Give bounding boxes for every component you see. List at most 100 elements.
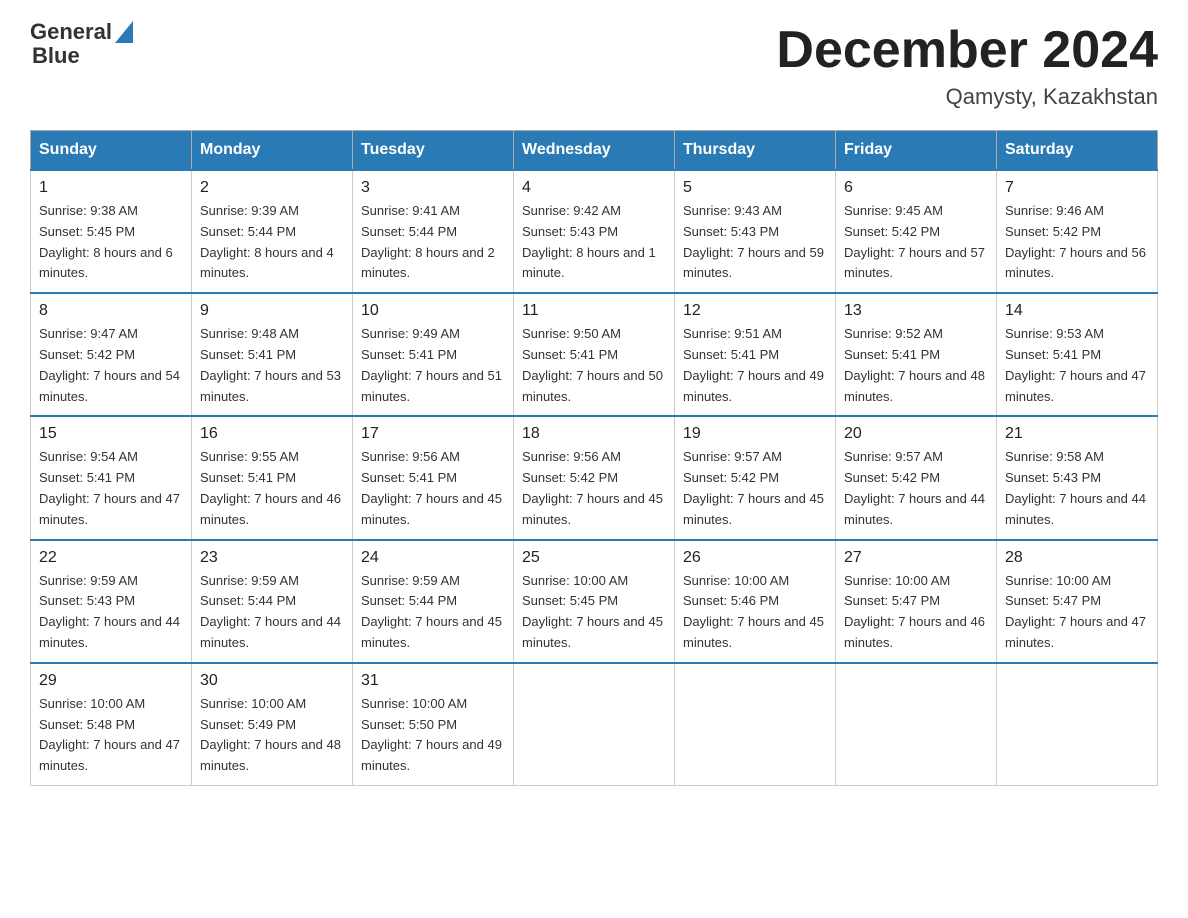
calendar-cell: 31 Sunrise: 10:00 AMSunset: 5:50 PMDaylig… bbox=[353, 663, 514, 786]
day-info: Sunrise: 10:00 AMSunset: 5:47 PMDaylight… bbox=[1005, 571, 1149, 654]
day-info: Sunrise: 9:43 AMSunset: 5:43 PMDaylight:… bbox=[683, 201, 827, 284]
day-number: 9 bbox=[200, 302, 344, 320]
day-info: Sunrise: 9:46 AMSunset: 5:42 PMDaylight:… bbox=[1005, 201, 1149, 284]
calendar-cell: 12 Sunrise: 9:51 AMSunset: 5:41 PMDayligh… bbox=[675, 293, 836, 416]
week-row-4: 22Sunrise: 9:59 AMSunset: 5:43 PMDayligh… bbox=[31, 540, 1158, 663]
day-info: Sunrise: 10:00 AMSunset: 5:50 PMDaylight… bbox=[361, 694, 505, 777]
day-info: Sunrise: 10:00 AMSunset: 5:45 PMDaylight… bbox=[522, 571, 666, 654]
calendar-cell bbox=[514, 663, 675, 786]
day-info: Sunrise: 9:47 AMSunset: 5:42 PMDaylight:… bbox=[39, 324, 183, 407]
header: General Blue December 2024 Qamysty, Kaza… bbox=[30, 20, 1158, 110]
calendar-cell: 23Sunrise: 9:59 AMSunset: 5:44 PMDayligh… bbox=[192, 540, 353, 663]
day-info: Sunrise: 9:57 AMSunset: 5:42 PMDaylight:… bbox=[844, 447, 988, 530]
calendar-cell: 14 Sunrise: 9:53 AMSunset: 5:41 PMDayligh… bbox=[997, 293, 1158, 416]
day-number: 18 bbox=[522, 425, 666, 443]
calendar-cell: 17 Sunrise: 9:56 AMSunset: 5:41 PMDayligh… bbox=[353, 416, 514, 539]
day-info: Sunrise: 9:45 AMSunset: 5:42 PMDaylight:… bbox=[844, 201, 988, 284]
logo: General Blue bbox=[30, 20, 133, 68]
day-info: Sunrise: 9:51 AMSunset: 5:41 PMDaylight:… bbox=[683, 324, 827, 407]
day-info: Sunrise: 9:53 AMSunset: 5:41 PMDaylight:… bbox=[1005, 324, 1149, 407]
calendar-cell: 5 Sunrise: 9:43 AMSunset: 5:43 PMDaylight… bbox=[675, 170, 836, 293]
calendar-cell: 27Sunrise: 10:00 AMSunset: 5:47 PMDaylig… bbox=[836, 540, 997, 663]
day-number: 28 bbox=[1005, 549, 1149, 567]
calendar-cell: 1 Sunrise: 9:38 AMSunset: 5:45 PMDaylight… bbox=[31, 170, 192, 293]
day-number: 15 bbox=[39, 425, 183, 443]
day-number: 11 bbox=[522, 302, 666, 320]
day-number: 12 bbox=[683, 302, 827, 320]
day-info: Sunrise: 10:00 AMSunset: 5:46 PMDaylight… bbox=[683, 571, 827, 654]
day-info: Sunrise: 10:00 AMSunset: 5:49 PMDaylight… bbox=[200, 694, 344, 777]
calendar-table: SundayMondayTuesdayWednesdayThursdayFrid… bbox=[30, 130, 1158, 786]
logo-arrow-icon bbox=[115, 21, 133, 43]
day-info: Sunrise: 9:55 AMSunset: 5:41 PMDaylight:… bbox=[200, 447, 344, 530]
calendar-cell: 2 Sunrise: 9:39 AMSunset: 5:44 PMDaylight… bbox=[192, 170, 353, 293]
day-number: 7 bbox=[1005, 179, 1149, 197]
day-number: 31 bbox=[361, 672, 505, 690]
calendar-cell: 20 Sunrise: 9:57 AMSunset: 5:42 PMDayligh… bbox=[836, 416, 997, 539]
day-info: Sunrise: 9:58 AMSunset: 5:43 PMDaylight:… bbox=[1005, 447, 1149, 530]
calendar-cell: 25 Sunrise: 10:00 AMSunset: 5:45 PMDaylig… bbox=[514, 540, 675, 663]
day-info: Sunrise: 9:38 AMSunset: 5:45 PMDaylight:… bbox=[39, 201, 183, 284]
day-info: Sunrise: 9:49 AMSunset: 5:41 PMDaylight:… bbox=[361, 324, 505, 407]
day-number: 3 bbox=[361, 179, 505, 197]
day-number: 5 bbox=[683, 179, 827, 197]
calendar-cell: 22Sunrise: 9:59 AMSunset: 5:43 PMDayligh… bbox=[31, 540, 192, 663]
day-info: Sunrise: 9:50 AMSunset: 5:41 PMDaylight:… bbox=[522, 324, 666, 407]
day-number: 10 bbox=[361, 302, 505, 320]
main-title: December 2024 bbox=[776, 20, 1158, 80]
calendar-cell bbox=[675, 663, 836, 786]
calendar-cell: 7 Sunrise: 9:46 AMSunset: 5:42 PMDaylight… bbox=[997, 170, 1158, 293]
week-row-1: 1 Sunrise: 9:38 AMSunset: 5:45 PMDaylight… bbox=[31, 170, 1158, 293]
calendar-cell: 8 Sunrise: 9:47 AMSunset: 5:42 PMDaylight… bbox=[31, 293, 192, 416]
day-number: 29 bbox=[39, 672, 183, 690]
calendar-cell: 10 Sunrise: 9:49 AMSunset: 5:41 PMDayligh… bbox=[353, 293, 514, 416]
calendar-cell: 3 Sunrise: 9:41 AMSunset: 5:44 PMDaylight… bbox=[353, 170, 514, 293]
calendar-cell: 9 Sunrise: 9:48 AMSunset: 5:41 PMDaylight… bbox=[192, 293, 353, 416]
calendar-cell: 4 Sunrise: 9:42 AMSunset: 5:43 PMDaylight… bbox=[514, 170, 675, 293]
day-number: 20 bbox=[844, 425, 988, 443]
calendar-cell: 13 Sunrise: 9:52 AMSunset: 5:41 PMDayligh… bbox=[836, 293, 997, 416]
day-info: Sunrise: 9:56 AMSunset: 5:41 PMDaylight:… bbox=[361, 447, 505, 530]
day-info: Sunrise: 9:52 AMSunset: 5:41 PMDaylight:… bbox=[844, 324, 988, 407]
col-header-thursday: Thursday bbox=[675, 131, 836, 171]
day-number: 13 bbox=[844, 302, 988, 320]
day-number: 26 bbox=[683, 549, 827, 567]
calendar-cell: 21 Sunrise: 9:58 AMSunset: 5:43 PMDayligh… bbox=[997, 416, 1158, 539]
day-info: Sunrise: 9:59 AMSunset: 5:44 PMDaylight:… bbox=[361, 571, 505, 654]
logo-general: General bbox=[30, 20, 112, 44]
calendar-cell: 30Sunrise: 10:00 AMSunset: 5:49 PMDaylig… bbox=[192, 663, 353, 786]
col-header-monday: Monday bbox=[192, 131, 353, 171]
calendar-cell: 16 Sunrise: 9:55 AMSunset: 5:41 PMDayligh… bbox=[192, 416, 353, 539]
calendar-cell bbox=[997, 663, 1158, 786]
day-info: Sunrise: 9:48 AMSunset: 5:41 PMDaylight:… bbox=[200, 324, 344, 407]
day-number: 14 bbox=[1005, 302, 1149, 320]
day-info: Sunrise: 10:00 AMSunset: 5:48 PMDaylight… bbox=[39, 694, 183, 777]
day-number: 6 bbox=[844, 179, 988, 197]
day-number: 17 bbox=[361, 425, 505, 443]
day-number: 8 bbox=[39, 302, 183, 320]
day-number: 2 bbox=[200, 179, 344, 197]
calendar-cell: 28 Sunrise: 10:00 AMSunset: 5:47 PMDaylig… bbox=[997, 540, 1158, 663]
col-header-sunday: Sunday bbox=[31, 131, 192, 171]
day-info: Sunrise: 9:39 AMSunset: 5:44 PMDaylight:… bbox=[200, 201, 344, 284]
day-number: 4 bbox=[522, 179, 666, 197]
calendar-cell: 24Sunrise: 9:59 AMSunset: 5:44 PMDayligh… bbox=[353, 540, 514, 663]
calendar-cell: 29 Sunrise: 10:00 AMSunset: 5:48 PMDaylig… bbox=[31, 663, 192, 786]
week-row-5: 29 Sunrise: 10:00 AMSunset: 5:48 PMDaylig… bbox=[31, 663, 1158, 786]
calendar-cell: 15 Sunrise: 9:54 AMSunset: 5:41 PMDayligh… bbox=[31, 416, 192, 539]
calendar-cell: 11 Sunrise: 9:50 AMSunset: 5:41 PMDayligh… bbox=[514, 293, 675, 416]
day-info: Sunrise: 9:57 AMSunset: 5:42 PMDaylight:… bbox=[683, 447, 827, 530]
subtitle: Qamysty, Kazakhstan bbox=[776, 84, 1158, 110]
day-info: Sunrise: 9:54 AMSunset: 5:41 PMDaylight:… bbox=[39, 447, 183, 530]
day-number: 16 bbox=[200, 425, 344, 443]
title-area: December 2024 Qamysty, Kazakhstan bbox=[776, 20, 1158, 110]
day-number: 19 bbox=[683, 425, 827, 443]
day-number: 27 bbox=[844, 549, 988, 567]
day-info: Sunrise: 9:41 AMSunset: 5:44 PMDaylight:… bbox=[361, 201, 505, 284]
calendar-cell bbox=[836, 663, 997, 786]
day-number: 21 bbox=[1005, 425, 1149, 443]
day-number: 1 bbox=[39, 179, 183, 197]
day-number: 25 bbox=[522, 549, 666, 567]
day-info: Sunrise: 9:59 AMSunset: 5:44 PMDaylight:… bbox=[200, 571, 344, 654]
day-info: Sunrise: 9:42 AMSunset: 5:43 PMDaylight:… bbox=[522, 201, 666, 284]
